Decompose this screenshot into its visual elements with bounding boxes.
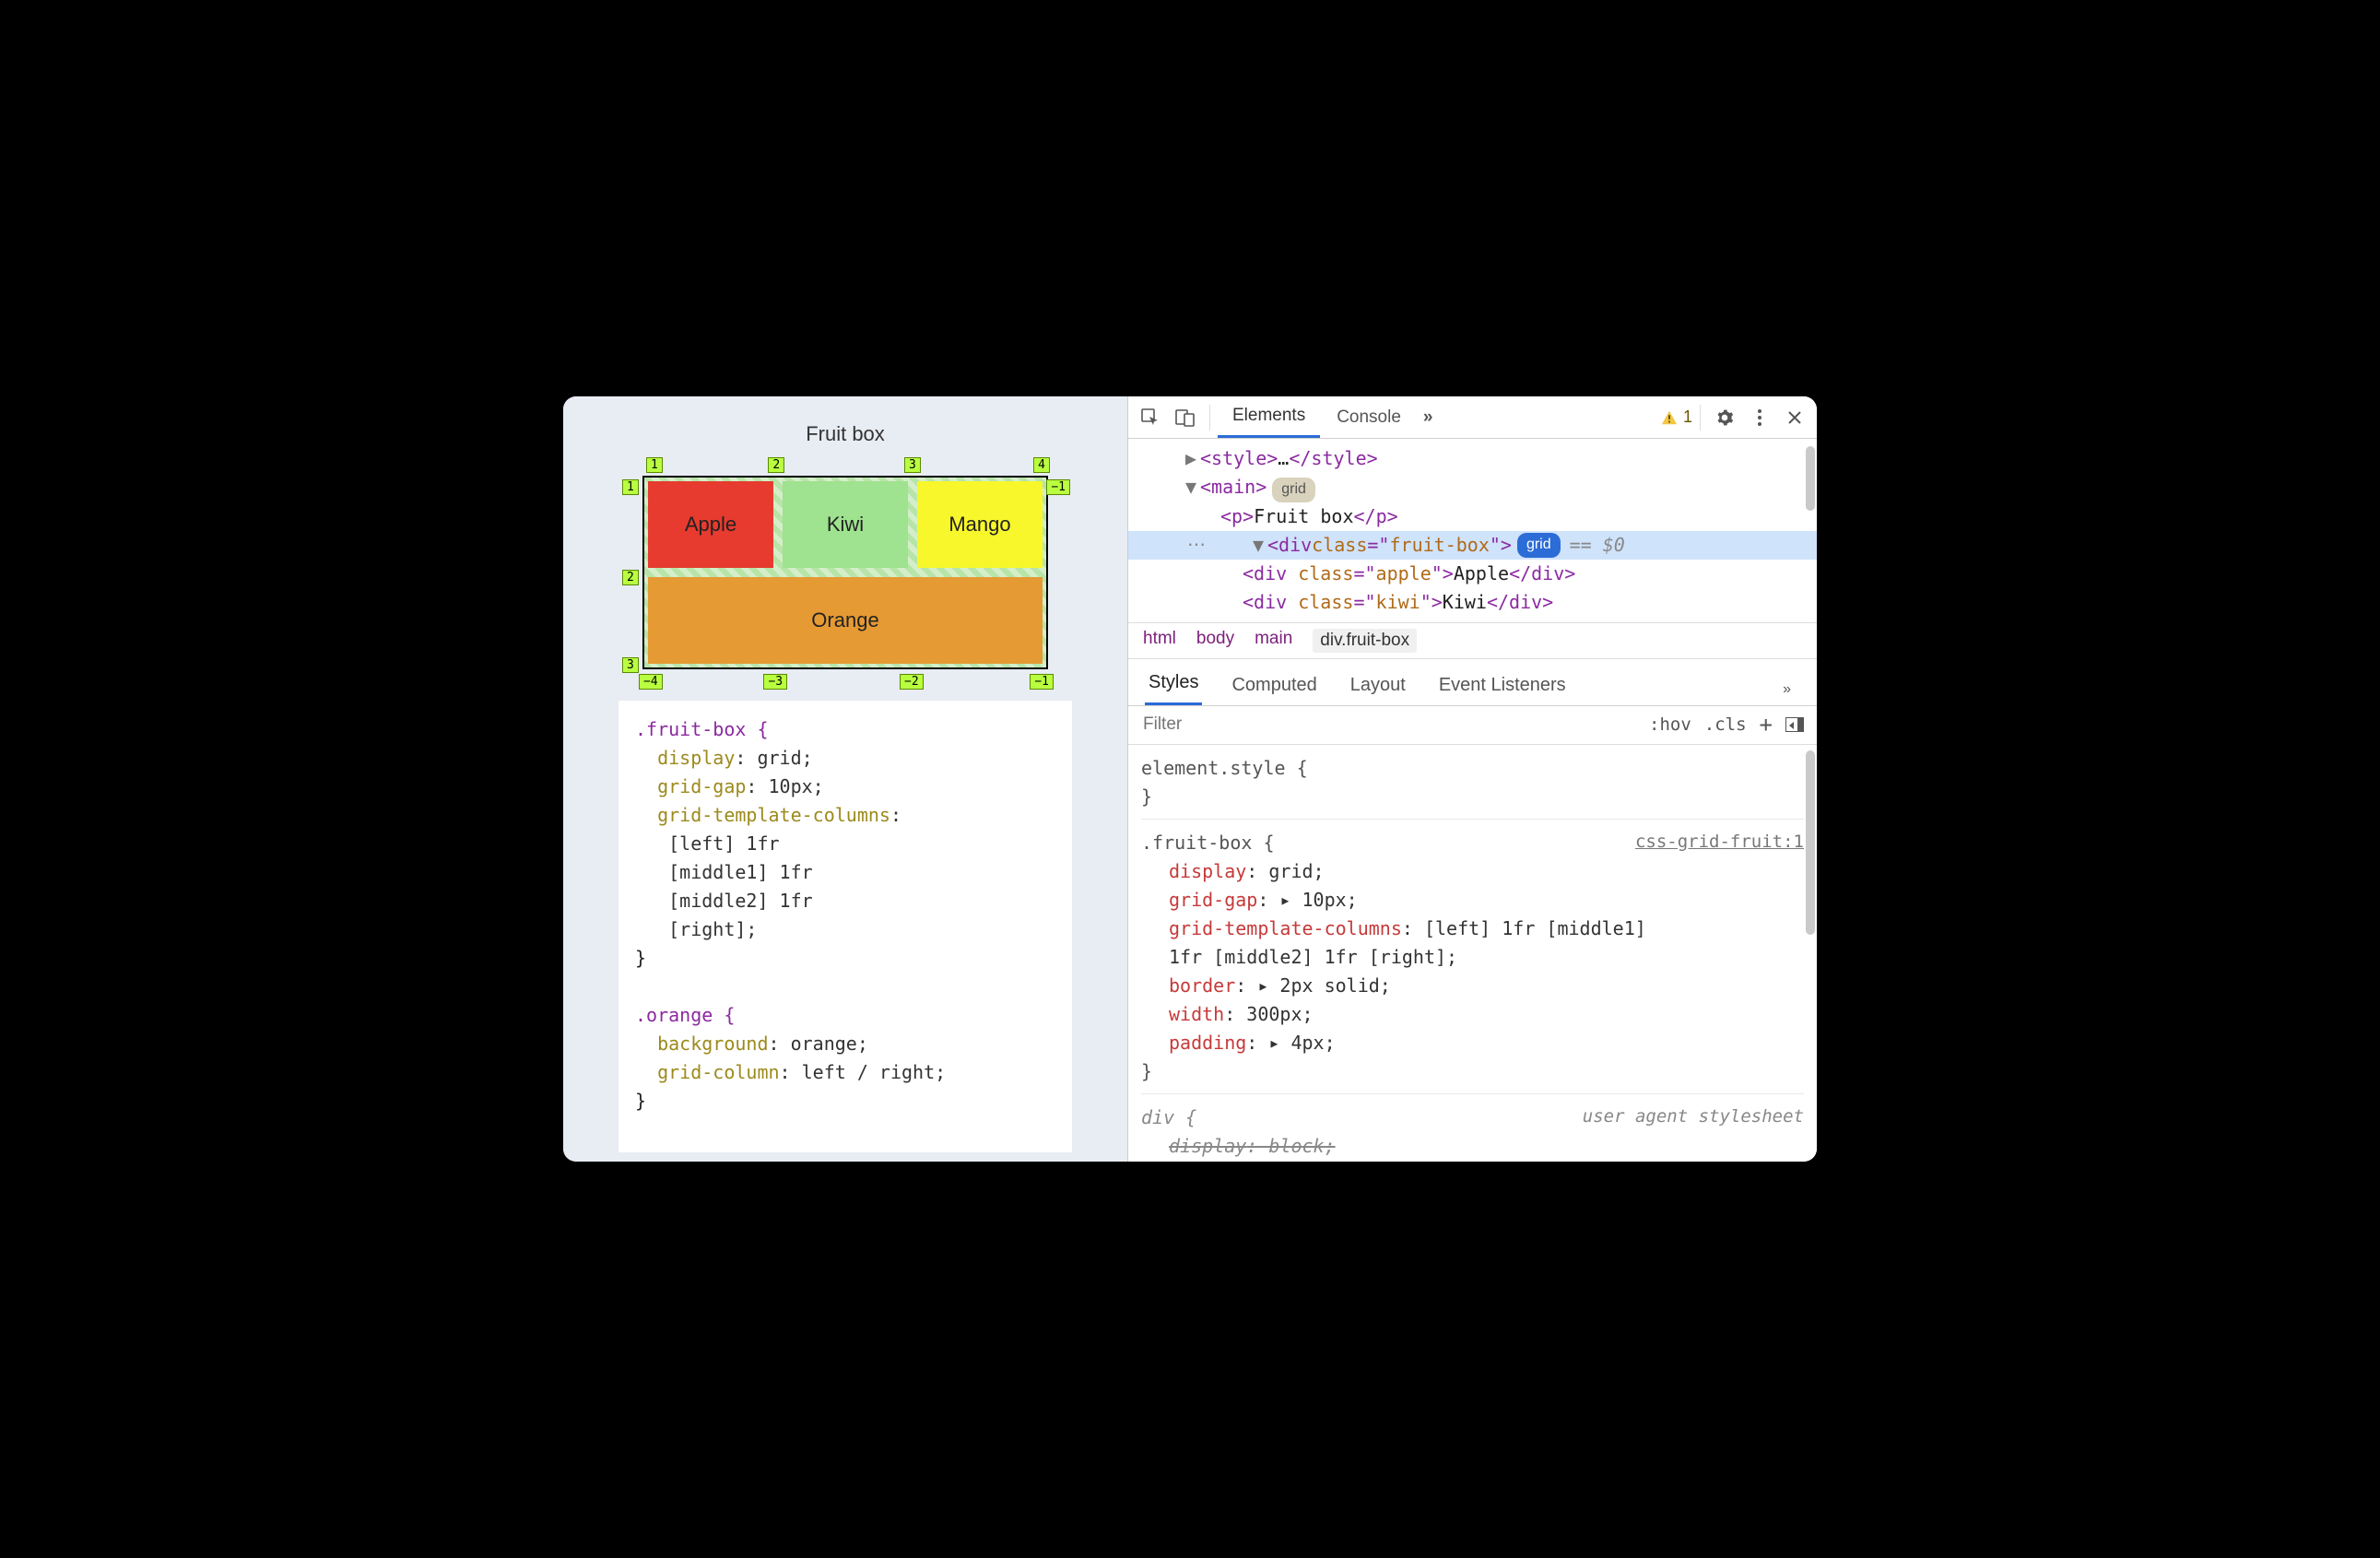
subtab-events[interactable]: Event Listeners	[1435, 667, 1570, 705]
scrollbar-thumb[interactable]	[1806, 446, 1815, 511]
toggle-sidebar-icon[interactable]	[1785, 717, 1804, 732]
col-label-neg2: −2	[900, 674, 924, 690]
app-window: Fruit box Apple Kiwi Mango Orange 1 2 3 …	[563, 396, 1817, 1162]
cell-apple[interactable]: Apple	[648, 481, 773, 568]
hov-button[interactable]: :hov	[1649, 714, 1691, 735]
warnings-badge[interactable]: 1	[1661, 407, 1692, 427]
close-icon[interactable]	[1778, 401, 1811, 434]
gear-icon[interactable]	[1708, 401, 1741, 434]
row-label-1: 1	[622, 479, 639, 495]
fruit-box-grid[interactable]: Apple Kiwi Mango Orange	[642, 476, 1048, 669]
tab-console[interactable]: Console	[1322, 398, 1416, 437]
element-style-selector[interactable]: element.style {	[1141, 754, 1804, 783]
new-rule-button[interactable]: +	[1760, 712, 1773, 738]
tab-elements[interactable]: Elements	[1218, 396, 1320, 438]
source-snippet: .fruit-box { display: grid; grid-gap: 10…	[619, 701, 1072, 1152]
crumb-html[interactable]: html	[1143, 629, 1176, 653]
subtab-overflow[interactable]: »	[1773, 674, 1800, 705]
inspect-icon[interactable]	[1134, 401, 1167, 434]
row-label-neg1: −1	[1046, 479, 1070, 495]
page-preview-pane: Fruit box Apple Kiwi Mango Orange 1 2 3 …	[563, 396, 1127, 1162]
devtools-pane: Elements Console » 1 ▶<style>…</style> ▼…	[1127, 396, 1817, 1162]
cell-kiwi[interactable]: Kiwi	[783, 481, 908, 568]
snippet-sel-2: .orange {	[635, 1004, 735, 1026]
preview-title: Fruit box	[619, 422, 1072, 446]
col-label-4: 4	[1033, 457, 1050, 473]
subtab-styles[interactable]: Styles	[1145, 665, 1202, 705]
styles-filter-row: :hov .cls +	[1128, 706, 1817, 745]
devtools-toolbar: Elements Console » 1	[1128, 396, 1817, 439]
styles-scrollbar-thumb[interactable]	[1806, 750, 1815, 935]
col-label-neg3: −3	[763, 674, 787, 690]
col-label-3: 3	[904, 457, 921, 473]
ua-source: user agent stylesheet	[1583, 1104, 1804, 1132]
filter-input[interactable]	[1141, 714, 1636, 736]
dom-tree[interactable]: ▶<style>…</style> ▼<main>grid <p>Fruit b…	[1128, 439, 1817, 622]
kebab-icon[interactable]	[1743, 401, 1776, 434]
breadcrumb: html body main div.fruit-box	[1128, 622, 1817, 659]
styles-tabs: Styles Computed Layout Event Listeners »	[1128, 659, 1817, 706]
ua-rule-selector: div {	[1141, 1104, 1196, 1132]
crumb-main[interactable]: main	[1255, 629, 1292, 653]
grid-badge[interactable]: grid	[1272, 478, 1315, 502]
cell-mango[interactable]: Mango	[917, 481, 1043, 568]
subtab-layout[interactable]: Layout	[1347, 667, 1409, 705]
grid-overlay-wrap: Apple Kiwi Mango Orange 1 2 3 4 −4 −3 −2…	[619, 452, 1072, 697]
col-label-neg4: −4	[639, 674, 663, 690]
cls-button[interactable]: .cls	[1704, 714, 1747, 735]
crumb-current[interactable]: div.fruit-box	[1313, 629, 1417, 653]
styles-panel[interactable]: element.style { } .fruit-box { css-grid-…	[1128, 745, 1817, 1162]
tabs-overflow[interactable]: »	[1418, 398, 1439, 437]
separator	[1209, 405, 1210, 431]
rule-source-link[interactable]: css-grid-fruit:1	[1635, 829, 1804, 857]
col-label-1: 1	[646, 457, 663, 473]
crumb-body[interactable]: body	[1196, 629, 1234, 653]
cell-orange[interactable]: Orange	[648, 577, 1043, 664]
grid-badge-active[interactable]: grid	[1517, 533, 1561, 558]
row-label-2: 2	[622, 570, 639, 585]
selected-dom-node[interactable]: ⋯▼<div class="fruit-box">grid == $0	[1128, 531, 1817, 560]
device-toggle-icon[interactable]	[1169, 401, 1202, 434]
subtab-computed[interactable]: Computed	[1228, 667, 1320, 705]
rule-selector-fruitbox[interactable]: .fruit-box {	[1141, 829, 1275, 857]
snippet-sel-1: .fruit-box {	[635, 718, 769, 740]
col-label-neg1: −1	[1030, 674, 1054, 690]
row-label-3: 3	[622, 657, 639, 673]
col-label-2: 2	[768, 457, 784, 473]
